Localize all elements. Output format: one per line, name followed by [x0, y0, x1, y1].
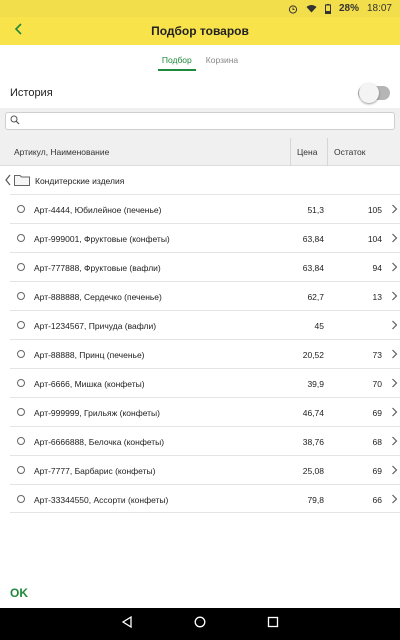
product-name: Арт-999001, Фруктовые (конфеты) — [34, 234, 170, 244]
product-stock: 69 — [372, 466, 382, 476]
product-price: 63,84 — [302, 263, 324, 273]
chevron-right-icon[interactable] — [391, 261, 398, 275]
chevron-right-icon[interactable] — [391, 319, 398, 333]
product-stock: 68 — [372, 437, 382, 447]
column-name-header[interactable]: Артикул, Наименование — [14, 147, 109, 157]
radio-icon[interactable] — [17, 234, 25, 242]
radio-icon[interactable] — [17, 321, 25, 329]
chevron-right-icon[interactable] — [391, 435, 398, 449]
radio-icon[interactable] — [17, 292, 25, 300]
home-nav-icon[interactable] — [194, 615, 206, 633]
folder-icon — [14, 174, 30, 188]
product-price: 39,9 — [307, 379, 324, 389]
radio-icon[interactable] — [17, 263, 25, 271]
group-row[interactable]: Кондитерские изделия — [0, 166, 400, 194]
product-price: 51,3 — [307, 205, 324, 215]
product-stock: 73 — [372, 350, 382, 360]
product-stock: 94 — [372, 263, 382, 273]
product-list: Арт-4444, Юбилейное (печенье) 51,3 105 А… — [10, 194, 400, 513]
battery-icon — [324, 3, 331, 14]
app-bar: Подбор товаров — [0, 17, 400, 45]
tab-selection[interactable]: Подбор — [157, 49, 196, 71]
table-header: Артикул, Наименование Цена Остаток — [0, 138, 400, 166]
radio-icon[interactable] — [17, 466, 25, 474]
navigation-bar — [0, 608, 400, 640]
table-row[interactable]: Арт-88888, Принц (печенье) 20,52 73 — [10, 339, 400, 368]
table-row[interactable]: Арт-6666888, Белочка (конфеты) 38,76 68 — [10, 426, 400, 455]
chevron-right-icon[interactable] — [391, 377, 398, 391]
alarm-icon — [288, 4, 298, 14]
back-button[interactable] — [8, 19, 30, 43]
product-name: Арт-888888, Сердечко (печенье) — [34, 292, 162, 302]
radio-icon[interactable] — [17, 205, 25, 213]
product-name: Арт-4444, Юбилейное (печенье) — [34, 205, 162, 215]
table-row[interactable]: Арт-888888, Сердечко (печенье) 62,7 13 — [10, 281, 400, 310]
page-title: Подбор товаров — [151, 24, 249, 38]
product-name: Арт-7777, Барбарис (конфеты) — [34, 466, 156, 476]
product-stock: 70 — [372, 379, 382, 389]
chevron-left-icon — [14, 22, 24, 40]
product-price: 63,84 — [302, 234, 324, 244]
table-row[interactable]: Арт-4444, Юбилейное (печенье) 51,3 105 — [10, 194, 400, 223]
table-row[interactable]: Арт-777888, Фруктовые (вафли) 63,84 94 — [10, 252, 400, 281]
table-row[interactable]: Арт-6666, Мишка (конфеты) 39,9 70 — [10, 368, 400, 397]
product-price: 20,52 — [302, 350, 324, 360]
product-stock: 66 — [372, 495, 382, 505]
radio-icon[interactable] — [17, 350, 25, 358]
product-price: 79,8 — [307, 495, 324, 505]
chevron-right-icon[interactable] — [391, 232, 398, 246]
product-price: 45 — [314, 321, 324, 331]
back-nav-icon[interactable] — [121, 615, 133, 633]
table-row[interactable]: Арт-7777, Барбарис (конфеты) 25,08 69 — [10, 455, 400, 484]
chevron-right-icon[interactable] — [391, 203, 398, 217]
toggle-knob — [359, 83, 379, 103]
product-name: Арт-777888, Фруктовые (вафли) — [34, 263, 161, 273]
product-stock: 105 — [367, 205, 382, 215]
product-name: Арт-6666888, Белочка (конфеты) — [34, 437, 165, 447]
chevron-right-icon[interactable] — [391, 406, 398, 420]
recents-nav-icon[interactable] — [267, 615, 279, 633]
product-name: Арт-1234567, Причуда (вафли) — [34, 321, 157, 331]
clock: 18:07 — [366, 3, 392, 14]
product-price: 46,74 — [302, 408, 324, 418]
table-row[interactable]: Арт-33344550, Ассорти (конфеты) 79,8 66 — [10, 484, 400, 513]
tab-cart[interactable]: Корзина — [202, 49, 242, 69]
product-stock: 69 — [372, 408, 382, 418]
table-row[interactable]: Арт-999001, Фруктовые (конфеты) 63,84 10… — [10, 223, 400, 252]
product-stock: 104 — [367, 234, 382, 244]
radio-icon[interactable] — [17, 495, 25, 503]
table-row[interactable]: Арт-1234567, Причуда (вафли) 45 — [10, 310, 400, 339]
wifi-icon — [306, 4, 317, 13]
chevron-left-icon[interactable] — [4, 173, 12, 189]
chevron-right-icon[interactable] — [391, 464, 398, 478]
history-row: История — [0, 78, 400, 108]
search-bar — [0, 108, 400, 138]
radio-icon[interactable] — [17, 379, 25, 387]
search-input[interactable] — [5, 112, 395, 130]
product-price: 25,08 — [302, 466, 324, 476]
tab-bar: Подбор Корзина — [0, 49, 400, 73]
product-price: 38,76 — [302, 437, 324, 447]
product-name: Арт-999999, Грильяж (конфеты) — [34, 408, 160, 418]
group-label: Кондитерские изделия — [35, 176, 125, 186]
product-name: Арт-6666, Мишка (конфеты) — [34, 379, 145, 389]
chevron-right-icon[interactable] — [391, 348, 398, 362]
status-bar: 28% 18:07 — [0, 0, 400, 17]
ok-button[interactable]: OK — [10, 586, 28, 600]
table-row[interactable]: Арт-999999, Грильяж (конфеты) 46,74 69 — [10, 397, 400, 426]
history-label: История — [10, 87, 53, 99]
radio-icon[interactable] — [17, 408, 25, 416]
chevron-right-icon[interactable] — [391, 290, 398, 304]
history-toggle[interactable] — [358, 83, 390, 103]
product-name: Арт-88888, Принц (печенье) — [34, 350, 145, 360]
column-price-header[interactable]: Цена — [290, 138, 328, 166]
search-icon — [10, 112, 20, 130]
radio-icon[interactable] — [17, 437, 25, 445]
chevron-right-icon[interactable] — [391, 493, 398, 507]
column-stock-header[interactable]: Остаток — [327, 138, 365, 166]
battery-percent: 28% — [338, 3, 359, 14]
product-stock: 13 — [372, 292, 382, 302]
product-name: Арт-33344550, Ассорти (конфеты) — [34, 495, 169, 505]
product-price: 62,7 — [307, 292, 324, 302]
